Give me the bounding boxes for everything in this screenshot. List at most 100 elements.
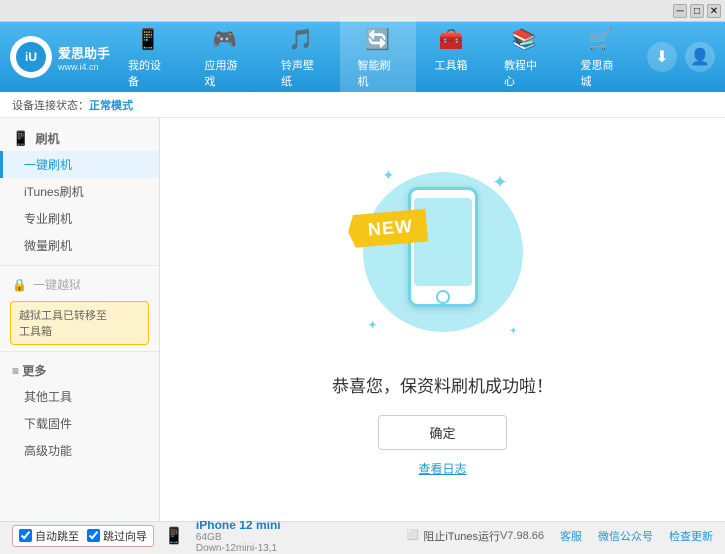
nav-apps-games-label: 应用游戏 xyxy=(205,57,246,89)
download-firmware-label: 下载固件 xyxy=(24,417,72,431)
sidebar-section-more: ≡ 更多 其他工具 下载固件 高级功能 xyxy=(0,358,159,464)
bottom-bar: 自动跳至 跳过向导 📱 iPhone 12 mini 64GB Down-12m… xyxy=(0,521,725,549)
nav-tutorials-label: 教程中心 xyxy=(504,57,545,89)
brand-sub: www.i4.cn xyxy=(58,62,110,72)
advanced-label: 高级功能 xyxy=(24,444,72,458)
sidebar-section-flash: 📱 刷机 一键刷机 iTunes刷机 专业刷机 微量刷机 xyxy=(0,126,159,259)
logo-circle: iU xyxy=(10,36,52,78)
close-button[interactable]: ✕ xyxy=(707,4,721,18)
lock-icon: 🔒 xyxy=(12,278,27,292)
phone-shape xyxy=(408,187,478,307)
maximize-button[interactable]: □ xyxy=(690,4,704,18)
sidebar: 📱 刷机 一键刷机 iTunes刷机 专业刷机 微量刷机 🔒 一键越狱 xyxy=(0,118,160,521)
nav-my-device[interactable]: 📱 我的设备 xyxy=(110,17,187,97)
user-button[interactable]: 👤 xyxy=(685,42,715,72)
setup-link[interactable]: 查看日志 xyxy=(418,460,466,477)
new-badge-text: NEW xyxy=(367,216,414,240)
logo-icon: iU xyxy=(16,42,46,72)
sparkle-2: ✦ xyxy=(492,172,507,193)
auto-jump-label[interactable]: 自动跳至 xyxy=(19,528,79,544)
jailbreak-label: 一键越狱 xyxy=(33,276,81,293)
sidebar-more-title: ≡ 更多 xyxy=(0,358,159,383)
nav-apps-games[interactable]: 🎮 应用游戏 xyxy=(187,17,264,97)
status-value: 正常模式 xyxy=(89,97,133,113)
nav-ringtones[interactable]: 🎵 铃声壁纸 xyxy=(263,17,340,97)
wechat-link[interactable]: 微信公众号 xyxy=(598,528,653,544)
flash-section-icon: 📱 xyxy=(12,130,29,147)
flash-section-label: 刷机 xyxy=(35,130,59,147)
sidebar-divider-1 xyxy=(0,265,159,266)
smart-flash-icon: 🔄 xyxy=(364,25,392,53)
phone-home-button xyxy=(436,290,450,304)
sidebar-section-flash-title: 📱 刷机 xyxy=(0,126,159,151)
right-panel: ✦ ✦ ✦ ✦ NEW 恭喜您，保资料刷机成功啦！ 确定 查看日志 xyxy=(160,118,725,521)
itunes-stop-label: 阻止iTunes运行 xyxy=(423,528,500,544)
phone-illustration: ✦ ✦ ✦ ✦ NEW xyxy=(353,162,533,352)
itunes-flash-label: iTunes刷机 xyxy=(24,185,84,199)
save-flash-label: 微量刷机 xyxy=(24,239,72,253)
jailbreak-note-text: 越狱工具已转移至工具箱 xyxy=(19,310,107,338)
sidebar-item-save-flash[interactable]: 微量刷机 xyxy=(0,232,159,259)
check-update-link[interactable]: 检查更新 xyxy=(669,528,713,544)
nav-items: 📱 我的设备 🎮 应用游戏 🎵 铃声壁纸 🔄 智能刷机 🧰 工具箱 📚 教程中心… xyxy=(110,17,639,97)
main-content: 📱 刷机 一键刷机 iTunes刷机 专业刷机 微量刷机 🔒 一键越狱 xyxy=(0,118,725,521)
more-title-label: ≡ 更多 xyxy=(12,362,46,379)
itunes-stop-button[interactable]: ⬜ 阻止iTunes运行 xyxy=(407,528,500,544)
logo-area: iU 爱思助手 www.i4.cn xyxy=(10,36,110,78)
tutorials-icon: 📚 xyxy=(510,25,538,53)
one-key-flash-label: 一键刷机 xyxy=(24,158,72,172)
sparkle-1: ✦ xyxy=(383,167,395,184)
header: iU 爱思助手 www.i4.cn 📱 我的设备 🎮 应用游戏 🎵 铃声壁纸 🔄… xyxy=(0,22,725,92)
sparkle-4: ✦ xyxy=(509,326,517,337)
sidebar-item-pro-flash[interactable]: 专业刷机 xyxy=(0,205,159,232)
sidebar-divider-2 xyxy=(0,351,159,352)
jailbreak-note: 越狱工具已转移至工具箱 xyxy=(10,301,149,345)
auto-jump-checkbox[interactable] xyxy=(19,529,32,542)
sparkle-3: ✦ xyxy=(368,318,378,332)
nav-toolbox-label: 工具箱 xyxy=(435,57,468,73)
success-content: ✦ ✦ ✦ ✦ NEW 恭喜您，保资料刷机成功啦！ 确定 查看日志 xyxy=(332,162,553,477)
skip-wizard-label[interactable]: 跳过向导 xyxy=(87,528,147,544)
nav-store[interactable]: 🛒 爱思商城 xyxy=(563,17,640,97)
sidebar-item-one-key-flash[interactable]: 一键刷机 xyxy=(0,151,159,178)
jailbreak-locked: 🔒 一键越狱 xyxy=(0,272,159,297)
logo-text: 爱思助手 www.i4.cn xyxy=(58,43,110,72)
skip-wizard-checkbox[interactable] xyxy=(87,529,100,542)
success-message: 恭喜您，保资料刷机成功啦！ xyxy=(332,372,553,397)
skip-wizard-text: 跳过向导 xyxy=(103,528,147,544)
sidebar-section-jailbreak: 🔒 一键越狱 越狱工具已转移至工具箱 xyxy=(0,272,159,345)
brand-name: 爱思助手 xyxy=(58,43,110,62)
auto-jump-text: 自动跳至 xyxy=(35,528,79,544)
version-text: V7.98.66 xyxy=(500,530,544,542)
sidebar-item-download-firmware[interactable]: 下载固件 xyxy=(0,410,159,437)
download-button[interactable]: ⬇ xyxy=(647,42,677,72)
nav-toolbox[interactable]: 🧰 工具箱 xyxy=(416,17,486,97)
device-model: Down-12mini-13,1 xyxy=(196,543,281,554)
stop-icon: ⬜ xyxy=(407,530,419,541)
confirm-button[interactable]: 确定 xyxy=(378,415,506,450)
my-device-icon: 📱 xyxy=(134,25,162,53)
nav-smart-flash-label: 智能刷机 xyxy=(358,57,399,89)
customer-service-link[interactable]: 客服 xyxy=(560,528,582,544)
sidebar-item-advanced[interactable]: 高级功能 xyxy=(0,437,159,464)
store-icon: 🛒 xyxy=(587,25,615,53)
nav-tutorials[interactable]: 📚 教程中心 xyxy=(486,17,563,97)
sidebar-item-other-tools[interactable]: 其他工具 xyxy=(0,383,159,410)
pro-flash-label: 专业刷机 xyxy=(24,212,72,226)
nav-my-device-label: 我的设备 xyxy=(128,57,169,89)
new-badge: NEW xyxy=(346,209,428,249)
header-right: ⬇ 👤 xyxy=(647,42,715,72)
bottom-right: V7.98.66 客服 微信公众号 检查更新 xyxy=(500,528,713,544)
nav-ringtones-label: 铃声壁纸 xyxy=(281,57,322,89)
sidebar-item-itunes-flash[interactable]: iTunes刷机 xyxy=(0,178,159,205)
minimize-button[interactable]: ─ xyxy=(673,4,687,18)
ringtones-icon: 🎵 xyxy=(287,25,315,53)
status-prefix: 设备连接状态： xyxy=(12,97,89,113)
nav-store-label: 爱思商城 xyxy=(581,57,622,89)
other-tools-label: 其他工具 xyxy=(24,390,72,404)
toolbox-icon: 🧰 xyxy=(437,25,465,53)
device-storage: 64GB xyxy=(196,532,281,543)
nav-smart-flash[interactable]: 🔄 智能刷机 xyxy=(340,17,417,97)
apps-games-icon: 🎮 xyxy=(211,25,239,53)
device-icon: 📱 xyxy=(164,526,184,546)
